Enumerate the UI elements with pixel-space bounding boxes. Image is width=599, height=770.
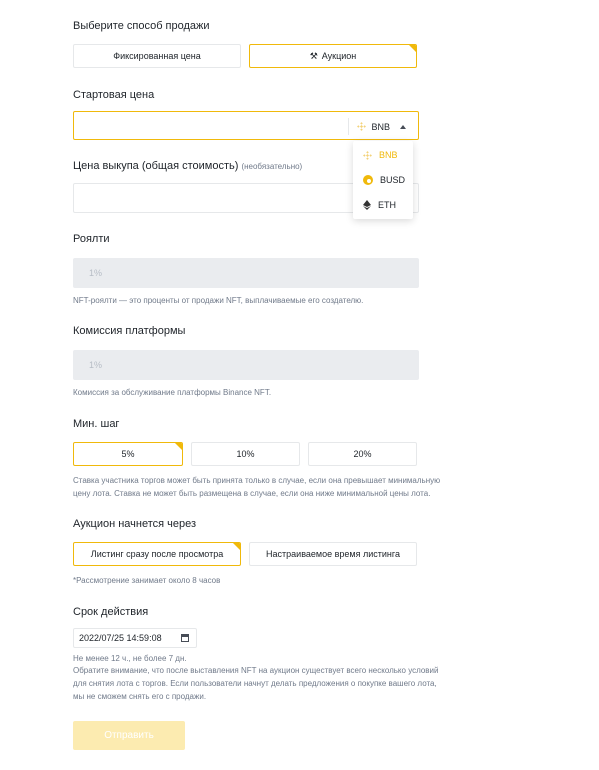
min-step-hint-2: цену лота. Ставка не может быть размещен… [73,489,431,498]
auction-label: Аукцион [321,51,357,61]
royalty-value: 1% [89,268,103,278]
fee-field: 1% [73,350,419,380]
duration-hint-3: для снятия лота с торгов. Если пользоват… [73,679,437,688]
fee-value: 1% [89,360,103,370]
step-label-5: 5% [121,449,135,459]
step-option-5[interactable]: 5% [73,442,183,466]
review-hint: *Рассмотрение занимает около 8 часов [73,576,221,585]
currency-option-eth-label: ETH [378,200,396,210]
submit-button[interactable]: Отправить [73,721,185,750]
selected-currency: BNB [371,121,390,132]
step-option-10[interactable]: 10% [191,442,300,466]
bnb-icon [363,150,372,160]
start-price-label: Стартовая цена [73,89,155,101]
auction-start-label: Аукцион начнется через [73,518,197,530]
busd-icon [363,175,373,185]
duration-label: Срок действия [73,606,149,618]
buyout-label-text: Цена выкупа (общая стоимость) [73,160,239,172]
caret-up-icon [400,124,406,129]
currency-dropdown: BNB BUSD ETH [353,141,413,219]
currency-select[interactable]: BNB [348,118,418,135]
buyout-label: Цена выкупа (общая стоимость) (необязате… [73,160,302,172]
eth-icon [363,200,371,210]
listing-custom-option[interactable]: Настраиваемое время листинга [249,542,417,566]
min-step-hint-1: Ставка участника торгов может быть приня… [73,476,441,485]
optional-tag: (необязательно) [241,162,303,171]
step-option-20[interactable]: 20% [308,442,417,466]
listing-immediate-label: Листинг сразу после просмотра [90,549,224,559]
sale-method-label: Выберите способ продажи [73,20,210,32]
royalty-label: Роялти [73,233,110,245]
start-price-input[interactable]: BNB [73,111,419,140]
bnb-icon [357,122,367,131]
royalty-field: 1% [73,258,419,288]
auction-option[interactable]: ⚒ Аукцион [249,44,417,68]
fixed-price-label: Фиксированная цена [113,51,201,61]
duration-hint-4: мы не сможем снять его с продажи. [73,692,207,701]
currency-option-bnb-label: BNB [379,150,398,160]
currency-option-busd[interactable]: BUSD [363,175,405,185]
fixed-price-option[interactable]: Фиксированная цена [73,44,241,68]
listing-custom-label: Настраиваемое время листинга [266,549,400,559]
currency-option-busd-label: BUSD [380,175,406,185]
duration-value: 2022/07/25 14:59:08 [79,633,162,643]
fee-hint: Комиссия за обслуживание платформы Binan… [73,388,272,397]
step-label-20: 20% [353,449,372,459]
fee-label: Комиссия платформы [73,325,186,337]
duration-date-picker[interactable]: 2022/07/25 14:59:08 [73,628,197,648]
duration-hint-2: Обратите внимание, что после выставления… [73,666,439,675]
royalty-hint: NFT-роялти — это проценты от продажи NFT… [73,296,364,305]
step-label-10: 10% [236,449,255,459]
submit-label: Отправить [104,730,154,741]
listing-immediate-option[interactable]: Листинг сразу после просмотра [73,542,241,566]
min-step-label: Мин. шаг [73,418,120,430]
currency-option-eth[interactable]: ETH [363,200,396,210]
calendar-icon[interactable] [181,634,189,642]
currency-option-bnb[interactable]: BNB [363,150,398,160]
gavel-icon: ⚒ [309,50,318,61]
